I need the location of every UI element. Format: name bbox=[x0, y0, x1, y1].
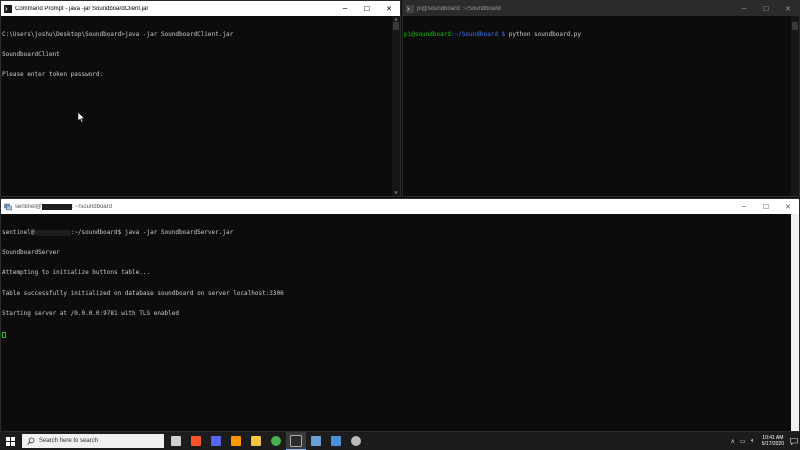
brave-icon-glyph bbox=[191, 436, 201, 446]
server-prompt-line: sentinel@xxxxxxxxxx:~/soundboard$ java -… bbox=[2, 228, 799, 237]
notification-icon[interactable] bbox=[788, 432, 800, 450]
maximize-button[interactable]: ☐ bbox=[356, 1, 378, 16]
text-cursor bbox=[2, 331, 6, 338]
cmd-window[interactable]: Command Prompt - java -jar SoundboardCli… bbox=[0, 0, 401, 197]
minimize-button[interactable]: ─ bbox=[334, 1, 356, 16]
terminal-icon bbox=[406, 4, 414, 13]
server-line: SoundboardServer bbox=[2, 248, 60, 256]
minimize-button[interactable]: ─ bbox=[733, 1, 755, 16]
pi-terminal-window[interactable]: pi@soundboard: ~/Soundboard ─ ☐ ✕ pi@sou… bbox=[402, 0, 800, 197]
network-icon[interactable]: ▭ bbox=[738, 432, 748, 450]
shield-icon[interactable] bbox=[326, 432, 346, 450]
mouse-cursor-icon bbox=[78, 112, 86, 123]
start-button[interactable] bbox=[0, 432, 20, 450]
search-placeholder: Search here to search bbox=[39, 438, 99, 444]
system-tray: ∧ ▭ 🔈︎ 10:41 AM 5/17/2020 bbox=[728, 432, 800, 450]
file-explorer-icon[interactable] bbox=[246, 432, 266, 450]
server-line: Attempting to initialize buttons table..… bbox=[2, 269, 151, 277]
scroll-down-icon[interactable]: ▼ bbox=[392, 190, 400, 196]
search-box[interactable]: Search here to search bbox=[22, 434, 164, 448]
scroll-thumb[interactable] bbox=[792, 22, 798, 30]
cmd-scrollbar[interactable]: ▲ ▼ bbox=[392, 16, 400, 196]
close-button[interactable]: ✕ bbox=[378, 1, 400, 16]
server-terminal-output[interactable]: sentinel@xxxxxxxxxx:~/soundboard$ java -… bbox=[1, 214, 799, 431]
prompt-command: python soundboard.py bbox=[505, 30, 582, 38]
redacted-hostname: xxxxxxxxxx bbox=[34, 229, 71, 237]
server-line: Starting server at /0.0.0.0:9781 with TL… bbox=[2, 310, 180, 318]
cmd-line: SoundboardClient bbox=[2, 50, 60, 58]
server-titlebar[interactable]: sentinel@xxxxxxxxxx: ~/soundboard ─ ☐ ✕ bbox=[1, 199, 799, 214]
file-explorer-icon-glyph bbox=[251, 436, 261, 446]
brave-icon[interactable] bbox=[186, 432, 206, 450]
minimize-button[interactable]: ─ bbox=[733, 199, 755, 214]
prompt-user: pi@soundboard bbox=[404, 30, 451, 38]
cmd-line: Please enter token password: bbox=[2, 71, 104, 79]
chrome-icon-glyph bbox=[271, 436, 281, 446]
prompt-path: :~/soundboard$ bbox=[70, 228, 122, 236]
clock[interactable]: 10:41 AM 5/17/2020 bbox=[758, 435, 788, 447]
pi-terminal-output[interactable]: pi@soundboard:~/Soundboard $ python soun… bbox=[403, 16, 799, 196]
putty-icon-glyph bbox=[311, 436, 321, 446]
settings-icon-glyph bbox=[351, 436, 361, 446]
settings-icon[interactable] bbox=[346, 432, 366, 450]
prompt-user: sentinel@ bbox=[2, 228, 35, 236]
server-terminal-window[interactable]: sentinel@xxxxxxxxxx: ~/soundboard ─ ☐ ✕ … bbox=[0, 198, 800, 432]
search-icon bbox=[27, 437, 35, 445]
putty-icon bbox=[4, 203, 12, 210]
sublime-icon-glyph bbox=[231, 436, 241, 446]
cmd-window-title: Command Prompt - java -jar SoundboardCli… bbox=[15, 5, 149, 12]
redacted-hostname: xxxxxxxxxx bbox=[41, 203, 72, 210]
volume-icon[interactable]: 🔈︎ bbox=[748, 432, 758, 450]
server-window-title: sentinel@xxxxxxxxxx: ~/soundboard bbox=[15, 203, 112, 210]
pi-titlebar[interactable]: pi@soundboard: ~/Soundboard ─ ☐ ✕ bbox=[403, 1, 799, 16]
shield-icon-glyph bbox=[331, 436, 341, 446]
prompt-path: :~/Soundboard $ bbox=[450, 30, 506, 38]
close-button[interactable]: ✕ bbox=[777, 199, 799, 214]
clock-date: 5/17/2020 bbox=[761, 441, 784, 447]
cmd-icon bbox=[4, 4, 12, 13]
prompt-command: java -jar SoundboardServer.jar bbox=[121, 228, 234, 236]
maximize-button[interactable]: ☐ bbox=[755, 1, 777, 16]
taskbar: Search here to search ∧ ▭ 🔈︎ 10:41 AM 5/… bbox=[0, 432, 800, 450]
discord-icon-glyph bbox=[211, 436, 221, 446]
task-view-icon-glyph bbox=[171, 436, 181, 446]
cmd-line: C:\Users\joshu\Desktop\Soundboard>java -… bbox=[2, 30, 234, 38]
chrome-icon[interactable] bbox=[266, 432, 286, 450]
terminal-icon[interactable] bbox=[286, 432, 306, 450]
cmd-titlebar[interactable]: Command Prompt - java -jar SoundboardCli… bbox=[1, 1, 400, 16]
server-scrollbar[interactable] bbox=[791, 214, 799, 431]
close-button[interactable]: ✕ bbox=[777, 1, 799, 16]
sublime-icon[interactable] bbox=[226, 432, 246, 450]
cmd-terminal-output[interactable]: C:\Users\joshu\Desktop\Soundboard>java -… bbox=[1, 16, 400, 196]
discord-icon[interactable] bbox=[206, 432, 226, 450]
server-line: Table successfully initialized on databa… bbox=[2, 289, 284, 297]
cursor-line bbox=[2, 331, 799, 339]
pi-prompt-line: pi@soundboard:~/Soundboard $ python soun… bbox=[404, 30, 799, 39]
task-view-icon[interactable] bbox=[166, 432, 186, 450]
terminal-icon-glyph bbox=[290, 434, 302, 447]
pi-scrollbar[interactable] bbox=[791, 16, 799, 196]
chevron-up-icon[interactable]: ∧ bbox=[728, 432, 738, 450]
pi-window-title: pi@soundboard: ~/Soundboard bbox=[417, 5, 501, 12]
windows-logo-icon bbox=[5, 436, 15, 446]
maximize-button[interactable]: ☐ bbox=[755, 199, 777, 214]
scroll-thumb[interactable] bbox=[393, 22, 399, 30]
putty-icon[interactable] bbox=[306, 432, 326, 450]
